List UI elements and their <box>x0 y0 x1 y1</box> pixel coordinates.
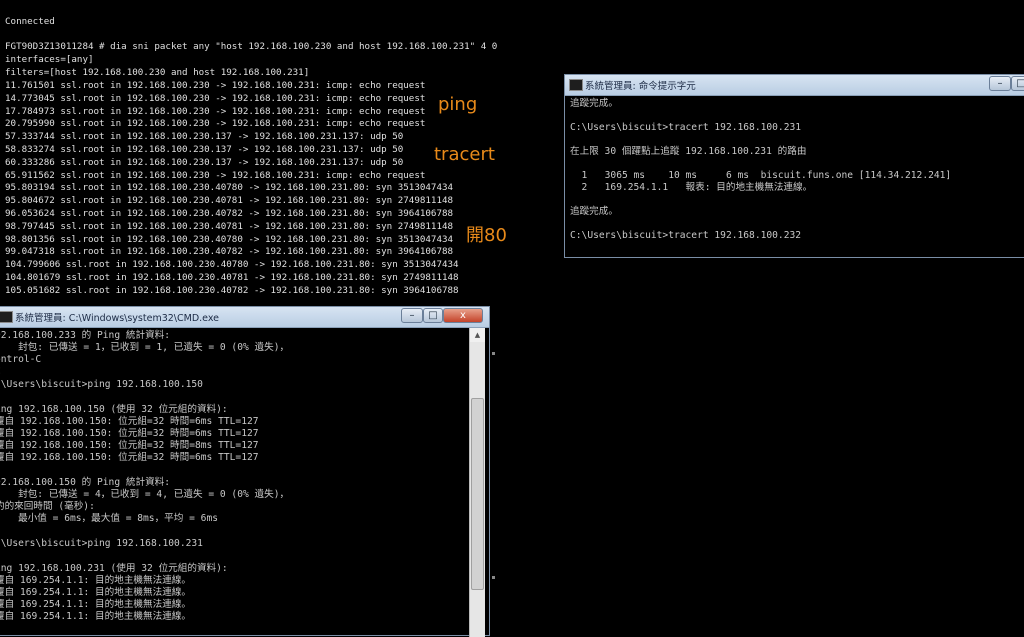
console-line: :\Users\biscuit>ping 192.168.100.231 <box>0 538 203 549</box>
terminal-line: 60.333286 ssl.root in 192.168.100.230.13… <box>5 157 404 168</box>
console-line: 92.168.100.150 的 Ping 統計資料: <box>0 477 171 488</box>
console-line: 追蹤完成。 <box>570 98 618 109</box>
terminal-line: interfaces=[any] <box>5 54 94 65</box>
console-line: 約的來回時間 (毫秒): <box>0 501 95 512</box>
console-line: 最小值 = 6ms，最大值 = 8ms，平均 = 6ms <box>0 513 219 524</box>
console-line: 在上限 30 個躍點上追蹤 192.168.100.231 的路由 <box>570 146 807 157</box>
terminal-line: 65.911562 ssl.root in 192.168.100.230 ->… <box>5 170 426 181</box>
cmd-icon <box>569 79 583 91</box>
cmd-icon <box>0 311 13 323</box>
terminal-line: Connected <box>5 16 55 27</box>
console-line: 追蹤完成。 <box>570 206 618 217</box>
decorative-dot <box>492 576 495 579</box>
console-line: 92.168.100.233 的 Ping 統計資料: <box>0 330 171 341</box>
console-line: 封包: 已傳送 = 1，已收到 = 1, 已遺失 = 0 (0% 遺失)， <box>0 342 290 353</box>
terminal-line: 58.833274 ssl.root in 192.168.100.230.13… <box>5 144 404 155</box>
console-line: 覆自 169.254.1.1: 目的地主機無法連線。 <box>0 587 191 598</box>
scroll-up-arrow-icon[interactable]: ▲ <box>470 328 485 342</box>
vertical-scrollbar[interactable]: ▲ <box>469 328 485 637</box>
minimize-button[interactable]: – <box>989 76 1011 91</box>
annotation-port80: 開80 <box>466 225 507 246</box>
console-line: 覆自 192.168.100.150: 位元組=32 時間=8ms TTL=12… <box>0 440 259 451</box>
terminal-line: 99.047318 ssl.root in 192.168.100.230.40… <box>5 246 454 257</box>
terminal-line: 98.797445 ssl.root in 192.168.100.230.40… <box>5 221 454 232</box>
terminal-line: 95.804672 ssl.root in 192.168.100.230.40… <box>5 195 454 206</box>
console-output[interactable]: 92.168.100.233 的 Ping 統計資料: 封包: 已傳送 = 1，… <box>0 328 469 634</box>
terminal-line: filters=[host 192.168.100.230 and host 1… <box>5 67 310 78</box>
terminal-line: 104.799606 ssl.root in 192.168.100.230.4… <box>5 259 459 270</box>
console-line: 覆自 169.254.1.1: 目的地主機無法連線。 <box>0 611 191 622</box>
minimize-button[interactable]: – <box>401 308 423 323</box>
cmd-window-left[interactable]: 系統管理員: C:\Windows\system32\CMD.exe – □ x… <box>0 306 490 637</box>
terminal-line: 104.801679 ssl.root in 192.168.100.230.4… <box>5 272 459 283</box>
console-line: ontrol-C <box>0 354 42 365</box>
terminal-line: 95.803194 ssl.root in 192.168.100.230.40… <box>5 182 454 193</box>
cmd-window-left-titlebar[interactable]: 系統管理員: C:\Windows\system32\CMD.exe – □ x <box>0 307 489 328</box>
terminal-line: 14.773045 ssl.root in 192.168.100.230 ->… <box>5 93 426 104</box>
console-line: 覆自 169.254.1.1: 目的地主機無法連線。 <box>0 599 191 610</box>
terminal-line: 105.051682 ssl.root in 192.168.100.230.4… <box>5 285 459 296</box>
cmd-window-right[interactable]: 系統管理員: 命令提示字元 – □ 追蹤完成。 C:\Users\biscuit… <box>564 74 1024 258</box>
console-line: 覆自 192.168.100.150: 位元組=32 時間=6ms TTL=12… <box>0 416 259 427</box>
cmd-window-right-titlebar[interactable]: 系統管理員: 命令提示字元 – □ <box>565 75 1024 96</box>
annotation-ping: ping <box>438 94 478 115</box>
window-title: 系統管理員: 命令提示字元 <box>585 81 696 92</box>
console-line: 覆自 192.168.100.150: 位元組=32 時間=6ms TTL=12… <box>0 428 259 439</box>
maximize-button[interactable]: □ <box>1011 76 1024 91</box>
terminal-command-line: FGT90D3Z13011284 # dia sni packet any "h… <box>5 41 498 52</box>
close-button[interactable]: x <box>443 308 483 323</box>
terminal-line: 17.784973 ssl.root in 192.168.100.230 ->… <box>5 106 426 117</box>
console-line: 1 3065 ms 10 ms 6 ms biscuit.funs.one [1… <box>570 170 952 181</box>
console-line: 覆自 192.168.100.150: 位元組=32 時間=6ms TTL=12… <box>0 452 259 463</box>
console-line: 覆自 169.254.1.1: 目的地主機無法連線。 <box>0 575 191 586</box>
console-line: :\Users\biscuit>ping 192.168.100.150 <box>0 379 203 390</box>
terminal-line: 20.795990 ssl.root in 192.168.100.230 ->… <box>5 118 426 129</box>
terminal-line: 98.801356 ssl.root in 192.168.100.230.40… <box>5 234 454 245</box>
terminal-line: 96.053624 ssl.root in 192.168.100.230.40… <box>5 208 454 219</box>
window-title: 系統管理員: C:\Windows\system32\CMD.exe <box>15 313 220 324</box>
decorative-dot <box>492 352 495 355</box>
maximize-button[interactable]: □ <box>423 308 443 323</box>
terminal-line: 11.761501 ssl.root in 192.168.100.230 ->… <box>5 80 426 91</box>
console-output[interactable]: 追蹤完成。 C:\Users\biscuit>tracert 192.168.1… <box>570 96 1024 256</box>
terminal-line: 57.333744 ssl.root in 192.168.100.230.13… <box>5 131 404 142</box>
console-line: ing 192.168.100.231 (使用 32 位元組的資料): <box>0 563 228 574</box>
console-line: ing 192.168.100.150 (使用 32 位元組的資料): <box>0 404 228 415</box>
console-line: C:\Users\biscuit>tracert 192.168.100.232 <box>570 230 802 241</box>
console-line: 封包: 已傳送 = 4，已收到 = 4, 已遺失 = 0 (0% 遺失)， <box>0 489 290 500</box>
annotation-tracert: tracert <box>434 144 495 165</box>
scrollbar-thumb[interactable] <box>471 398 484 590</box>
console-line: 2 169.254.1.1 報表: 目的地主機無法連線。 <box>570 182 813 193</box>
console-line: C:\Users\biscuit>tracert 192.168.100.231 <box>570 122 802 133</box>
console-line: C <box>0 366 1 378</box>
